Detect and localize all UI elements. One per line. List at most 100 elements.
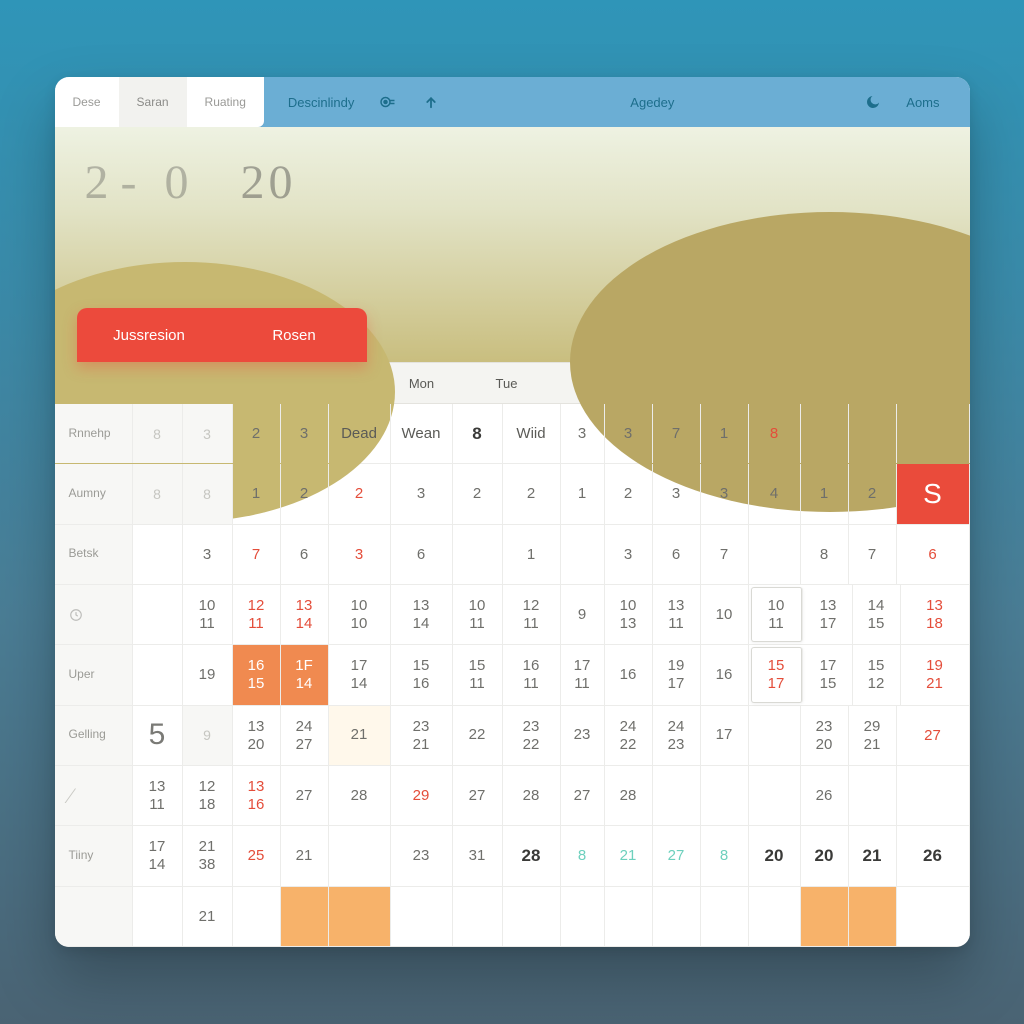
calendar-cell[interactable]: 20 [801, 826, 849, 885]
calendar-cell[interactable]: 3 [701, 464, 749, 523]
calendar-cell[interactable]: 21 [183, 887, 233, 946]
calendar-cell[interactable]: 1512 [853, 645, 901, 704]
calendar-cell[interactable]: 21 [605, 826, 653, 885]
calendar-cell[interactable]: 23 [391, 826, 453, 885]
calendar-cell[interactable]: 1921 [901, 645, 970, 704]
calendar-cell[interactable]: 28 [503, 826, 561, 885]
arrow-up-icon[interactable] [422, 93, 440, 111]
calendar-cell[interactable]: 8 [749, 404, 801, 463]
calendar-cell[interactable]: 29 [391, 766, 453, 825]
calendar-cell[interactable]: 26 [801, 766, 849, 825]
calendar-cell[interactable]: 21 [281, 826, 329, 885]
calendar-cell[interactable]: 1 [701, 404, 749, 463]
calendar-cell[interactable]: 28 [605, 766, 653, 825]
toolbar-agedey[interactable]: Agedey [606, 95, 698, 110]
calendar-cell[interactable]: 1516 [391, 645, 453, 704]
calendar-cell[interactable]: 17 [701, 706, 749, 765]
calendar-cell[interactable]: 7 [653, 404, 701, 463]
calendar-cell[interactable]: 3 [183, 404, 233, 463]
calendar-cell[interactable]: 1711 [561, 645, 605, 704]
calendar-cell[interactable]: Dead [329, 404, 391, 463]
calendar-cell[interactable]: 21 [329, 706, 391, 765]
calendar-cell[interactable]: 16 [605, 645, 653, 704]
tab-ruating[interactable]: Ruating [187, 77, 264, 127]
calendar-cell[interactable]: 1011 [453, 585, 503, 644]
calendar-cell[interactable]: 7 [233, 525, 281, 584]
calendar-cell[interactable]: 3 [391, 464, 453, 523]
calendar-cell[interactable]: 4 [749, 464, 801, 523]
calendar-cell[interactable]: 3 [561, 404, 605, 463]
calendar-cell[interactable]: 1317 [805, 585, 853, 644]
calendar-cell[interactable]: 25 [233, 826, 281, 885]
calendar-cell[interactable]: 3 [605, 404, 653, 463]
calendar-cell[interactable]: 1F14 [281, 645, 329, 704]
calendar-cell[interactable]: 1316 [233, 766, 281, 825]
calendar-cell[interactable]: 1 [503, 525, 561, 584]
calendar-cell[interactable]: 8 [701, 826, 749, 885]
calendar-cell[interactable]: 1715 [805, 645, 853, 704]
calendar-cell[interactable]: 8 [133, 464, 183, 523]
calendar-cell[interactable]: 1615 [233, 645, 281, 704]
calendar-cell[interactable]: 1611 [503, 645, 561, 704]
tab-dese[interactable]: Dese [55, 77, 119, 127]
calendar-cell[interactable]: 1320 [233, 706, 281, 765]
calendar-cell[interactable]: 3 [329, 525, 391, 584]
calendar-cell[interactable]: 6 [897, 525, 970, 584]
calendar-cell[interactable]: 3 [605, 525, 653, 584]
calendar-cell[interactable]: 2921 [849, 706, 897, 765]
calendar-cell[interactable]: 2427 [281, 706, 329, 765]
calendar-cell[interactable]: 1517 [751, 647, 803, 702]
calendar-cell[interactable]: 8 [453, 404, 503, 463]
calendar-cell[interactable]: S [897, 464, 970, 523]
calendar-cell[interactable]: 2 [329, 464, 391, 523]
calendar-cell[interactable]: 1011 [183, 585, 233, 644]
calendar-cell[interactable]: 3 [183, 525, 233, 584]
calendar-cell[interactable]: 1013 [605, 585, 653, 644]
calendar-cell[interactable]: 1311 [133, 766, 183, 825]
calendar-cell[interactable]: 6 [391, 525, 453, 584]
tab-saran[interactable]: Saran [119, 77, 187, 127]
calendar-cell[interactable]: 2 [605, 464, 653, 523]
calendar-cell[interactable]: 2320 [801, 706, 849, 765]
calendar-cell[interactable]: 2138 [183, 826, 233, 885]
calendar-cell[interactable]: 1011 [751, 587, 803, 642]
calendar-cell[interactable]: 3 [281, 404, 329, 463]
calendar-cell[interactable]: Wean [391, 404, 453, 463]
calendar-cell[interactable]: 1318 [901, 585, 970, 644]
calendar-cell[interactable]: Wiid [503, 404, 561, 463]
calendar-cell[interactable]: 27 [653, 826, 701, 885]
calendar-cell[interactable]: 27 [561, 766, 605, 825]
calendar-cell[interactable]: 2322 [503, 706, 561, 765]
calendar-cell[interactable]: 1218 [183, 766, 233, 825]
toolbar-aoms[interactable]: Aoms [882, 95, 969, 110]
calendar-cell[interactable]: 2 [503, 464, 561, 523]
calendar-cell[interactable]: 9 [183, 706, 233, 765]
calendar-cell[interactable]: 10 [701, 585, 749, 644]
calendar-cell[interactable]: 6 [281, 525, 329, 584]
calendar-cell[interactable]: 1415 [853, 585, 901, 644]
toolbar-descinlindy[interactable]: Descinlindy [264, 95, 378, 110]
calendar-cell[interactable]: 3 [653, 464, 701, 523]
calendar-cell[interactable]: 2422 [605, 706, 653, 765]
calendar-cell[interactable]: 16 [701, 645, 749, 704]
calendar-cell[interactable]: 2321 [391, 706, 453, 765]
calendar-cell[interactable]: 1511 [453, 645, 503, 704]
target-icon[interactable] [378, 93, 396, 111]
calendar-cell[interactable]: 7 [849, 525, 897, 584]
calendar-cell[interactable]: 26 [897, 826, 970, 885]
calendar-cell[interactable]: 27 [453, 766, 503, 825]
calendar-cell[interactable]: 1211 [503, 585, 561, 644]
calendar-cell[interactable]: 6 [653, 525, 701, 584]
calendar-cell[interactable]: 1917 [653, 645, 701, 704]
calendar-cell[interactable]: 1 [561, 464, 605, 523]
calendar-cell[interactable]: 21 [849, 826, 897, 885]
calendar-cell[interactable]: 20 [749, 826, 801, 885]
calendar-cell[interactable]: 2 [281, 464, 329, 523]
calendar-cell[interactable]: 1314 [281, 585, 329, 644]
calendar-cell[interactable]: 1211 [233, 585, 281, 644]
calendar-cell[interactable]: 9 [561, 585, 605, 644]
calendar-cell[interactable]: 1714 [329, 645, 391, 704]
calendar-cell[interactable]: 1314 [391, 585, 453, 644]
calendar-cell[interactable]: 8 [183, 464, 233, 523]
moon-icon[interactable] [864, 93, 882, 111]
